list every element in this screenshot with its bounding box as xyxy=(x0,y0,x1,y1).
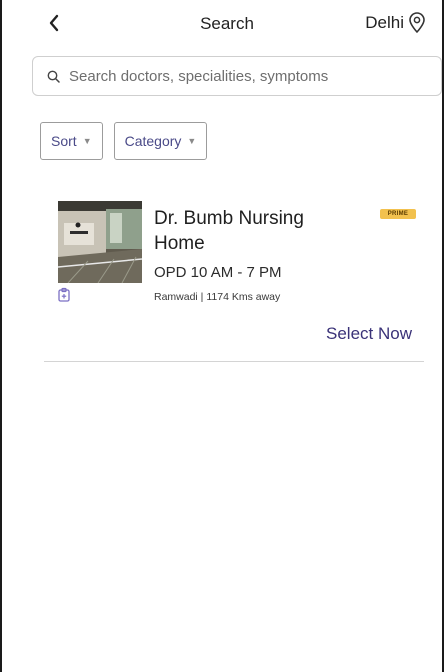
chevron-left-icon xyxy=(49,14,59,32)
category-label: Category xyxy=(124,133,182,149)
search-input[interactable] xyxy=(69,67,409,85)
app-screen: Search Delhi Sort ▼ Category ▼ xyxy=(0,0,444,672)
page-title: Search xyxy=(200,14,254,33)
caret-down-icon: ▼ xyxy=(82,136,92,146)
clinic-address: Ramwadi | 1174 Kms away xyxy=(154,291,281,303)
result-card[interactable]: Dr. Bumb Nursing Home PRIME OPD 10 AM - … xyxy=(44,190,424,364)
sort-button[interactable]: Sort ▼ xyxy=(40,122,103,160)
opd-timing: OPD 10 AM - 7 PM xyxy=(154,264,282,281)
map-pin-icon xyxy=(409,12,425,33)
back-button[interactable] xyxy=(44,10,64,36)
search-icon xyxy=(47,70,60,83)
search-bar[interactable] xyxy=(32,56,442,96)
sort-label: Sort xyxy=(51,133,77,149)
location-label: Delhi xyxy=(365,13,404,32)
clinic-thumbnail xyxy=(58,201,142,283)
caret-down-icon: ▼ xyxy=(187,136,197,146)
filter-bar: Sort ▼ Category ▼ xyxy=(40,122,208,160)
header: Search Delhi xyxy=(2,0,442,46)
select-now-button[interactable]: Select Now xyxy=(326,324,412,344)
clinic-name: Dr. Bumb Nursing Home xyxy=(154,208,304,254)
category-button[interactable]: Category ▼ xyxy=(113,122,208,160)
result-divider xyxy=(44,361,424,362)
clinic-icon xyxy=(58,287,70,302)
prime-badge: PRIME xyxy=(380,209,416,219)
location-selector[interactable]: Delhi xyxy=(365,12,426,34)
